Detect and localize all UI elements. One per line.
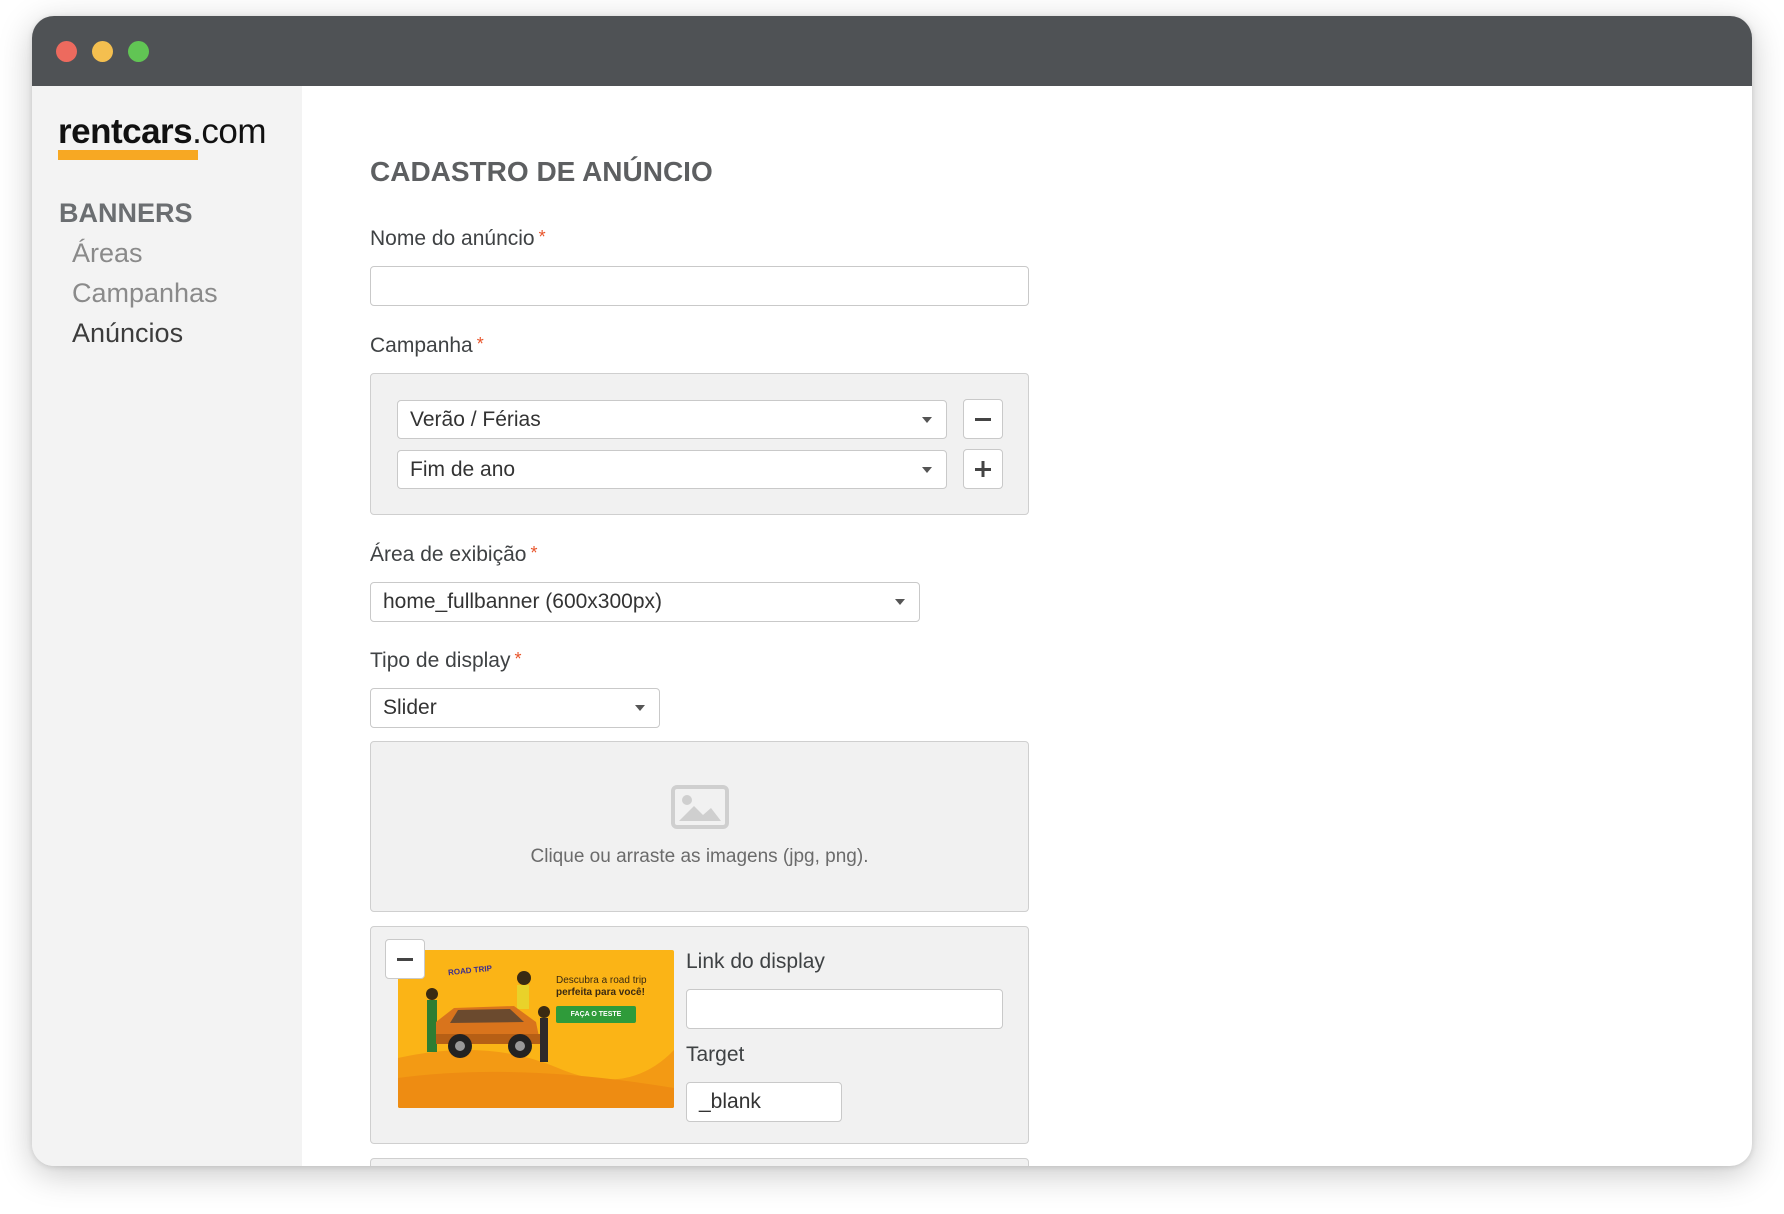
campaign-select-1[interactable]: Verão / Férias (397, 400, 947, 439)
close-window-button[interactable] (56, 41, 77, 62)
logo-bold-text: rentcars (58, 112, 193, 151)
banner-headline-line2: perfeita para você! (556, 987, 645, 998)
remove-campaign-button[interactable] (963, 399, 1003, 439)
campaign-select-2[interactable]: Fim de ano (397, 450, 947, 489)
campaign-panel: Verão / Férias Fim de ano (370, 373, 1029, 515)
logo-domain-text: .com (192, 112, 266, 151)
next-display-panel (370, 1158, 1029, 1166)
display-link-label: Link do display (686, 950, 825, 973)
logo-underline (58, 150, 198, 160)
campaign-select-1-value: Verão / Férias (410, 407, 541, 431)
main-content: CADASTRO DE ANÚNCIO Nome do anúncio * Cam… (302, 86, 1752, 1166)
required-mark: * (530, 543, 538, 563)
chevron-down-icon (895, 599, 905, 605)
browser-window: rentcars.com BANNERS Áreas Campanhas Anú… (32, 16, 1752, 1166)
chevron-down-icon (922, 416, 932, 423)
page-title: CADASTRO DE ANÚNCIO (370, 156, 713, 187)
display-type-value: Slider (383, 696, 437, 719)
minus-icon (397, 958, 413, 961)
window-titlebar (32, 16, 1752, 86)
chevron-down-icon (922, 466, 932, 473)
display-type-label: Tipo de display * (370, 649, 522, 672)
banner-thumbnail[interactable]: ROAD TRIP Descubra a road trip perfeita … (398, 950, 674, 1108)
minimize-window-button[interactable] (92, 41, 113, 62)
display-area-value: home_fullbanner (600x300px) (383, 590, 663, 613)
required-mark: * (476, 334, 484, 354)
campaign-select-2-value: Fim de ano (410, 457, 516, 481)
image-dropzone[interactable]: Clique ou arraste as imagens (jpg, png). (370, 741, 1029, 912)
target-input[interactable]: _blank (686, 1082, 842, 1122)
required-mark: * (538, 227, 546, 247)
sidebar-section-title: BANNERS (59, 198, 193, 228)
sidebar-item-anuncios[interactable]: Anúncios (72, 318, 183, 349)
remove-display-button[interactable] (385, 939, 425, 979)
add-campaign-button[interactable] (963, 449, 1003, 489)
ad-name-input[interactable] (370, 266, 1029, 306)
rentcars-logo[interactable]: rentcars.com (58, 112, 266, 160)
ad-name-label: Nome do anúncio * (370, 227, 546, 250)
sidebar-item-areas[interactable]: Áreas (72, 238, 143, 269)
display-area-select[interactable]: home_fullbanner (600x300px) (370, 582, 920, 622)
sidebar: rentcars.com BANNERS Áreas Campanhas Anú… (32, 86, 302, 1166)
banner-cta-button: FAÇA O TESTE (556, 1006, 636, 1023)
target-label: Target (686, 1043, 745, 1066)
plus-icon (975, 461, 991, 477)
required-mark: * (514, 649, 522, 669)
display-link-input[interactable] (686, 989, 1003, 1029)
minus-icon (975, 418, 991, 421)
display-type-select[interactable]: Slider (370, 688, 660, 728)
dropzone-text: Clique ou arraste as imagens (jpg, png). (530, 846, 869, 867)
sidebar-item-campanhas[interactable]: Campanhas (72, 278, 218, 309)
display-item-panel: ROAD TRIP Descubra a road trip perfeita … (370, 926, 1029, 1144)
image-icon (671, 785, 729, 829)
campaign-label: Campanha * (370, 334, 484, 357)
display-area-label: Área de exibição * (370, 543, 538, 566)
maximize-window-button[interactable] (128, 41, 149, 62)
chevron-down-icon (635, 705, 645, 711)
banner-headline-line1: Descubra a road trip (556, 975, 647, 986)
banner-artwork (398, 950, 674, 1108)
